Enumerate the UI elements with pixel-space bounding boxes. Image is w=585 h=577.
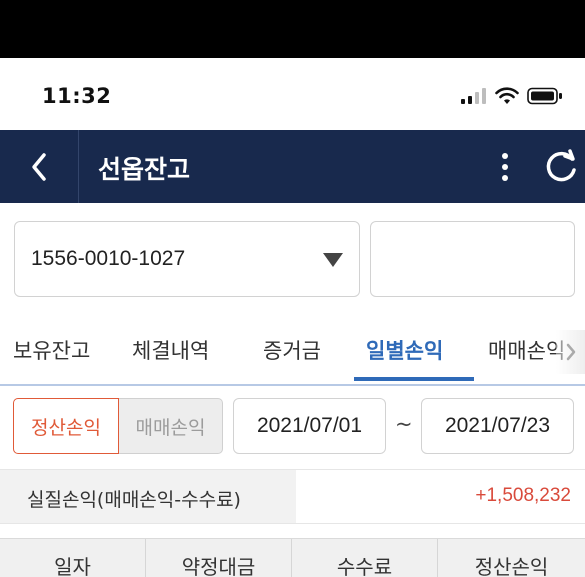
tab-bar: 보유잔고 체결내역 증거금 일별손익 매매손익 xyxy=(0,318,585,386)
account-number: 1556-0010-1027 xyxy=(31,247,186,270)
active-tab-indicator xyxy=(354,377,474,381)
password-field[interactable] xyxy=(370,221,575,297)
status-bar: 11:32 xyxy=(0,58,585,130)
back-button[interactable] xyxy=(18,146,60,188)
end-date-field[interactable]: 2021/07/23 xyxy=(421,398,574,454)
summary-label: 실질손익(매매손익-수수료) xyxy=(27,489,241,511)
start-date-field[interactable]: 2021/07/01 xyxy=(233,398,386,454)
refresh-icon xyxy=(546,149,576,182)
battery-icon xyxy=(527,87,562,105)
status-icons xyxy=(461,86,563,106)
more-vertical-icon xyxy=(502,153,508,159)
refresh-button[interactable] xyxy=(542,148,580,186)
date-range-separator: ~ xyxy=(395,412,413,436)
column-header-date: 일자 xyxy=(0,539,146,577)
signal-icon xyxy=(461,88,486,104)
page-title: 선옵잔고 xyxy=(98,155,191,184)
column-header-settlement-pnl: 정산손익 xyxy=(474,555,549,577)
account-select[interactable]: 1556-0010-1027 xyxy=(14,221,360,297)
header-divider xyxy=(78,130,79,203)
top-black-bar xyxy=(0,0,585,58)
column-header-fee: 수수료 xyxy=(292,539,438,577)
segment-trading-pnl[interactable]: 매매손익 xyxy=(119,398,223,454)
wifi-icon xyxy=(495,87,519,104)
summary-row: 실질손익(매매손익-수수료) +1,508,232 xyxy=(0,469,585,524)
table-header: 일자 약정대금 수수료 정산손익 xyxy=(0,538,585,577)
more-menu-button[interactable] xyxy=(493,146,517,188)
caret-down-icon xyxy=(323,253,343,267)
app-header: 선옵잔고 xyxy=(0,130,585,203)
pnl-type-toggle: 정산손익 매매손익 xyxy=(13,398,223,454)
status-time: 11:32 xyxy=(42,84,112,108)
tab-scroll-right-button[interactable] xyxy=(556,330,585,374)
tab-daily-pnl[interactable]: 일별손익 xyxy=(366,335,443,365)
column-header-contract-amount: 약정대금 xyxy=(146,539,292,577)
tab-holdings[interactable]: 보유잔고 xyxy=(13,335,90,365)
tab-trading-pnl[interactable]: 매매손익 xyxy=(488,335,565,365)
back-chevron-icon xyxy=(32,153,46,181)
tabs-divider xyxy=(0,384,585,386)
segment-settlement-pnl[interactable]: 정산손익 xyxy=(13,398,119,454)
tab-margin[interactable]: 증거금 xyxy=(263,335,321,365)
chevron-right-icon xyxy=(566,343,575,361)
tab-executions[interactable]: 체결내역 xyxy=(132,335,209,365)
summary-value: +1,508,232 xyxy=(475,485,571,506)
